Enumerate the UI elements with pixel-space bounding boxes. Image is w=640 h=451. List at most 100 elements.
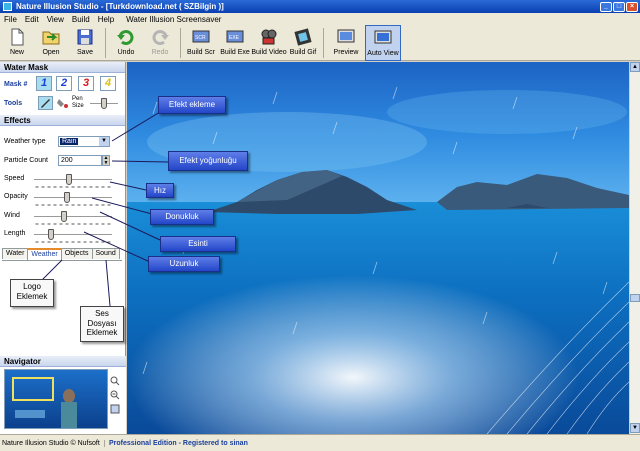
build-video-icon bbox=[261, 29, 277, 45]
mask-3-button[interactable]: 3 bbox=[78, 76, 94, 91]
toolbar-separator bbox=[323, 28, 324, 58]
build-gif-icon bbox=[294, 28, 312, 46]
open-icon bbox=[42, 31, 60, 45]
toolbar-separator bbox=[105, 28, 106, 58]
mask-label: Mask # bbox=[4, 81, 28, 88]
length-track bbox=[34, 234, 112, 236]
pen-tool-button[interactable] bbox=[38, 96, 53, 110]
navigator-header: Navigator bbox=[0, 356, 126, 367]
auto-view-icon bbox=[374, 30, 392, 44]
opacity-slider[interactable] bbox=[64, 192, 71, 203]
redo-button[interactable]: Redo bbox=[143, 25, 177, 61]
particle-count-input[interactable]: 200 bbox=[58, 155, 102, 166]
app-icon bbox=[3, 2, 12, 11]
callout-esinti: Esinti bbox=[160, 236, 236, 252]
mask-2-button[interactable]: 2 bbox=[56, 76, 72, 91]
effects-header: Effects bbox=[0, 115, 125, 126]
undo-button[interactable]: Undo bbox=[109, 25, 143, 61]
toolbar: New Open Save Undo Redo SCR Build Scr EX… bbox=[0, 25, 640, 61]
navigator-preview-image bbox=[5, 370, 107, 428]
callout-efekt-yogunlugu: Efekt yoğunluğu bbox=[168, 151, 248, 171]
tab-weather[interactable]: Weather bbox=[27, 248, 62, 260]
menu-edit[interactable]: Edit bbox=[21, 15, 43, 24]
toolbar-separator bbox=[180, 28, 181, 58]
wind-ticks bbox=[34, 223, 112, 225]
wind-track bbox=[34, 216, 112, 218]
zoom-in-icon[interactable] bbox=[110, 376, 120, 386]
auto-view-button[interactable]: Auto View bbox=[365, 25, 401, 61]
open-button[interactable]: Open bbox=[34, 25, 68, 61]
zoom-out-icon[interactable] bbox=[110, 390, 120, 400]
opacity-ticks bbox=[34, 204, 112, 206]
speed-label: Speed bbox=[4, 175, 25, 182]
minimize-button[interactable]: _ bbox=[600, 1, 612, 12]
maximize-button[interactable]: □ bbox=[613, 1, 625, 12]
speed-ticks bbox=[34, 186, 112, 188]
tab-objects[interactable]: Objects bbox=[60, 248, 93, 259]
save-button[interactable]: Save bbox=[68, 25, 102, 61]
vertical-scrollbar[interactable]: ▲ ▼ bbox=[629, 62, 640, 434]
weather-type-label: Weather type bbox=[4, 138, 46, 145]
callout-uzunluk: Uzunluk bbox=[148, 256, 220, 272]
title-bar: Nature Illusion Studio - [Turkdownload.n… bbox=[0, 0, 640, 13]
callout-logo: Logo Eklemek bbox=[10, 279, 54, 307]
menu-bar: File Edit View Build Help Water Illusion… bbox=[0, 13, 640, 25]
particle-count-label: Particle Count bbox=[4, 157, 48, 164]
build-video-button[interactable]: Build Video bbox=[251, 25, 287, 61]
save-icon bbox=[77, 29, 93, 45]
length-slider[interactable] bbox=[48, 229, 55, 240]
tab-water[interactable]: Water bbox=[2, 248, 29, 259]
preview-button[interactable]: Preview bbox=[327, 25, 365, 61]
mask-1-button[interactable]: 1 bbox=[36, 76, 52, 91]
scroll-down-button[interactable]: ▼ bbox=[630, 423, 640, 433]
tab-sound[interactable]: Sound bbox=[91, 248, 120, 259]
scroll-thumb[interactable] bbox=[630, 294, 640, 302]
opacity-label: Opacity bbox=[4, 193, 28, 200]
menu-help[interactable]: Help bbox=[94, 15, 118, 24]
menu-view[interactable]: View bbox=[43, 15, 68, 24]
undo-icon bbox=[117, 30, 134, 45]
wind-label: Wind bbox=[4, 212, 20, 219]
build-exe-icon: EXE bbox=[226, 30, 244, 43]
fit-icon[interactable] bbox=[110, 404, 120, 414]
navigator-thumbnail[interactable] bbox=[4, 369, 108, 429]
navigator-panel: Navigator bbox=[0, 356, 126, 434]
speed-track bbox=[34, 179, 112, 181]
menu-water-illusion[interactable]: Water Illusion Screensaver bbox=[122, 15, 225, 24]
build-scr-button[interactable]: SCR Build Scr bbox=[184, 25, 218, 61]
callout-ses: Ses Dosyası Eklemek bbox=[80, 306, 124, 342]
callout-efekt-ekleme: Efekt ekleme bbox=[158, 96, 226, 114]
chevron-down-icon: ▼ bbox=[99, 137, 109, 146]
menu-file[interactable]: File bbox=[0, 15, 21, 24]
svg-text:EXE: EXE bbox=[229, 35, 240, 41]
status-edition: Professional Edition - Registered to sin… bbox=[104, 439, 248, 447]
build-scr-icon: SCR bbox=[192, 30, 210, 43]
status-copyright: Nature Illusion Studio © Nufsoft bbox=[2, 439, 100, 447]
mask-4-button[interactable]: 4 bbox=[100, 76, 116, 91]
callout-donukluk: Donukluk bbox=[150, 209, 214, 225]
water-mask-header: Water Mask bbox=[0, 62, 125, 73]
tools-label: Tools bbox=[4, 100, 23, 107]
wind-slider[interactable] bbox=[61, 211, 68, 222]
pen-size-slider[interactable] bbox=[101, 98, 107, 109]
pen-icon bbox=[41, 99, 50, 108]
close-button[interactable]: × bbox=[626, 1, 638, 12]
speed-slider[interactable] bbox=[66, 174, 73, 185]
particle-count-spinner[interactable]: ▲ ▼ bbox=[102, 155, 110, 166]
weather-type-select[interactable]: Rain ▼ bbox=[58, 136, 110, 147]
pen-size-label: Pen Size bbox=[72, 96, 84, 109]
build-exe-button[interactable]: EXE Build Exe bbox=[218, 25, 252, 61]
effects-tabs: Water Weather Objects Sound bbox=[2, 248, 122, 260]
menu-build[interactable]: Build bbox=[68, 15, 94, 24]
new-button[interactable]: New bbox=[0, 25, 34, 61]
fill-icon[interactable] bbox=[56, 97, 68, 109]
preview-icon bbox=[337, 29, 355, 43]
status-bar: Nature Illusion Studio © Nufsoft Profess… bbox=[0, 434, 640, 451]
length-ticks bbox=[34, 241, 112, 243]
window-title: Nature Illusion Studio - [Turkdownload.n… bbox=[16, 2, 224, 11]
weather-type-value: Rain bbox=[60, 138, 79, 145]
build-gif-button[interactable]: Build Gif bbox=[286, 25, 320, 61]
callout-hiz: Hız bbox=[146, 183, 174, 198]
svg-text:SCR: SCR bbox=[195, 35, 206, 41]
scroll-up-button[interactable]: ▲ bbox=[630, 62, 640, 72]
